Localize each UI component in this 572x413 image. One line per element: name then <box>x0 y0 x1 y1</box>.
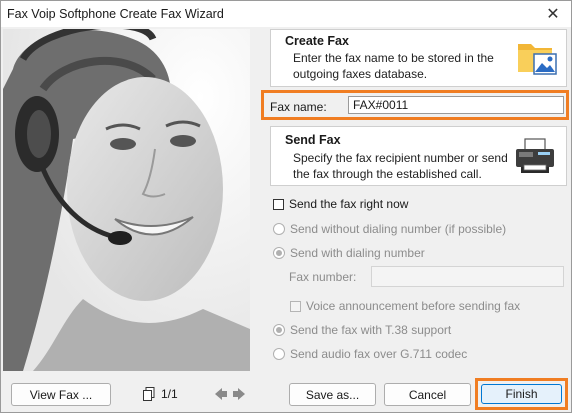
g711-label: Send audio fax over G.711 codec <box>290 347 468 361</box>
previous-page-icon[interactable] <box>214 387 228 401</box>
with-dialing-radio[interactable] <box>273 247 285 259</box>
voice-announcement-option[interactable]: Voice announcement before sending fax <box>290 299 520 313</box>
finish-highlight: Finish <box>475 378 568 410</box>
pages-icon <box>143 387 155 401</box>
create-fax-section: Create Fax Enter the fax name to be stor… <box>270 29 567 87</box>
title-bar: Fax Voip Softphone Create Fax Wizard ✕ <box>1 1 571 27</box>
folder-picture-icon <box>518 44 557 75</box>
t38-option[interactable]: Send the fax with T.38 support <box>273 323 451 337</box>
t38-label: Send the fax with T.38 support <box>290 323 452 337</box>
operator-photo <box>3 29 250 371</box>
voice-announcement-checkbox[interactable] <box>290 300 301 312</box>
finish-button[interactable]: Finish <box>481 384 562 404</box>
send-now-option[interactable]: Send the fax right now <box>273 197 408 211</box>
close-icon[interactable]: ✕ <box>543 4 563 24</box>
send-fax-section: Send Fax Specify the fax recipient numbe… <box>270 126 567 186</box>
page-navigation <box>214 387 246 401</box>
fax-machine-icon <box>516 138 554 173</box>
send-fax-title: Send Fax <box>285 133 341 147</box>
voice-announcement-label: Voice announcement before sending fax <box>306 299 521 313</box>
t38-radio[interactable] <box>273 324 285 336</box>
send-now-checkbox[interactable] <box>273 198 284 210</box>
without-dialing-radio[interactable] <box>273 223 285 235</box>
fax-number-input[interactable] <box>371 266 564 287</box>
page-number: 1/1 <box>161 387 178 401</box>
create-fax-title: Create Fax <box>285 34 349 48</box>
send-fax-description: Specify the fax recipient number or send… <box>293 151 508 181</box>
with-dialing-option[interactable]: Send with dialing number <box>273 246 425 260</box>
with-dialing-label: Send with dialing number <box>290 246 425 260</box>
without-dialing-label: Send without dialing number (if possible… <box>290 222 507 236</box>
create-fax-description: Enter the fax name to be stored in the o… <box>293 51 494 81</box>
cancel-button[interactable]: Cancel <box>384 383 471 406</box>
g711-radio[interactable] <box>273 348 285 360</box>
fax-name-row: Fax name: <box>261 90 569 120</box>
view-fax-button[interactable]: View Fax ... <box>11 383 111 406</box>
next-page-icon[interactable] <box>232 387 246 401</box>
window-title: Fax Voip Softphone Create Fax Wizard <box>7 7 224 21</box>
wizard-window: Fax Voip Softphone Create Fax Wizard ✕ C… <box>0 0 572 413</box>
fax-name-label: Fax name: <box>270 100 327 114</box>
send-now-label: Send the fax right now <box>289 197 409 211</box>
without-dialing-option[interactable]: Send without dialing number (if possible… <box>273 222 506 236</box>
fax-number-label: Fax number: <box>289 270 357 284</box>
page-indicator: 1/1 <box>143 387 178 401</box>
save-as-button[interactable]: Save as... <box>289 383 376 406</box>
g711-option[interactable]: Send audio fax over G.711 codec <box>273 347 467 361</box>
fax-name-input[interactable] <box>348 96 564 114</box>
